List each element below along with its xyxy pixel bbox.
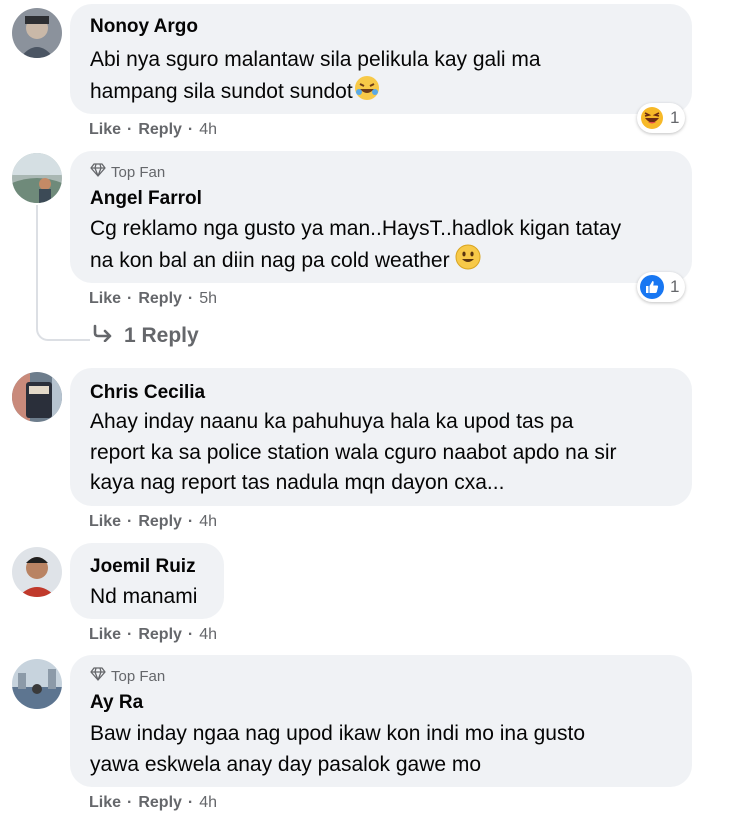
comment-bubble: Nonoy Argo Abi nya sguro malantaw sila p… [70,4,692,114]
comment-author[interactable]: Chris Cecilia [90,382,205,404]
separator: · [187,121,194,138]
smile-icon [455,244,481,279]
reply-arrow-icon [92,324,114,348]
separator: · [187,794,194,811]
separator: · [127,121,133,138]
comment-text-line: Baw inday ngaa nag upod ikaw kon indi mo… [90,722,585,745]
comment-text: hampang sila sundot sundot [90,80,353,104]
comment-actions: Like · Reply · 4h [89,121,217,139]
like-action[interactable]: Like [89,794,121,812]
view-replies-link[interactable]: 1 Reply [92,324,199,348]
comment-bubble: Joemil Ruiz Nd manami [70,543,224,619]
timestamp[interactable]: 4h [199,513,217,531]
comment-text-line: Abi nya sguro malantaw sila pelikula kay… [90,48,541,71]
comment-text-line: Nd manami [90,585,198,608]
top-fan-badge: Top Fan [90,667,165,685]
like-reaction-icon [640,275,664,299]
comment-bubble: Top Fan Angel Farrol Cg reklamo nga gust… [70,151,692,283]
reply-action[interactable]: Reply [138,513,182,531]
avatar[interactable] [12,8,62,58]
comment-text-line: kaya nag report tas nadula mqn dayon cxa… [90,471,505,494]
comment-author[interactable]: Ay Ra [90,692,143,714]
comment-text-line: report ka sa police station wala cguro n… [90,441,617,464]
avatar[interactable] [12,659,62,709]
timestamp[interactable]: 4h [199,121,217,139]
like-action[interactable]: Like [89,290,121,308]
comment-actions: Like · Reply · 4h [89,794,217,812]
separator: · [127,626,133,643]
replies-count-label: 1 Reply [124,324,199,347]
comment-bubble: Chris Cecilia Ahay inday naanu ka pahuhu… [70,368,692,506]
separator: · [187,626,194,643]
timestamp[interactable]: 4h [199,794,217,812]
avatar[interactable] [12,153,62,203]
reply-action[interactable]: Reply [138,290,182,308]
top-fan-label: Top Fan [111,163,166,181]
reaction-count: 1 [670,277,680,296]
like-action[interactable]: Like [89,626,121,644]
timestamp[interactable]: 4h [199,626,217,644]
rolling-laughing-icon [354,75,380,110]
diamond-icon [90,163,106,181]
comment-actions: Like · Reply · 4h [89,513,217,531]
haha-reaction-icon [640,106,664,130]
separator: · [127,794,133,811]
diamond-icon [90,667,106,685]
reply-action[interactable]: Reply [138,121,182,139]
comment-text-line: Ahay inday naanu ka pahuhuya hala ka upo… [90,410,574,433]
reply-action[interactable]: Reply [138,626,182,644]
avatar[interactable] [12,547,62,597]
separator: · [187,513,194,530]
comment-text-line-with-emoji: na kon bal an diin nag pa cold weather [90,244,481,279]
comment-text-line: Cg reklamo nga gusto ya man..HaysT..hadl… [90,217,622,240]
like-action[interactable]: Like [89,513,121,531]
comment-text-line-with-emoji: hampang sila sundot sundot [90,75,380,110]
avatar[interactable] [12,372,62,422]
separator: · [127,513,133,530]
separator: · [127,290,133,307]
reply-action[interactable]: Reply [138,794,182,812]
comment-actions: Like · Reply · 5h [89,290,217,308]
like-action[interactable]: Like [89,121,121,139]
comment-author[interactable]: Joemil Ruiz [90,556,196,578]
thread-connector [36,305,90,341]
comment-bubble: Top Fan Ay Ra Baw inday ngaa nag upod ik… [70,655,692,787]
timestamp[interactable]: 5h [199,290,217,308]
comment-text-line: yawa eskwela anay day pasalok gawe mo [90,753,482,776]
top-fan-label: Top Fan [111,667,166,685]
reaction-summary[interactable]: 1 [637,272,686,302]
reaction-summary[interactable]: 1 [637,103,686,133]
top-fan-badge: Top Fan [90,163,165,181]
comment-author[interactable]: Nonoy Argo [90,16,198,38]
comment-actions: Like · Reply · 4h [89,626,217,644]
reaction-count: 1 [670,108,680,127]
separator: · [187,290,194,307]
comment-author[interactable]: Angel Farrol [90,188,202,210]
comment-text: na kon bal an diin nag pa cold weather [90,249,450,273]
